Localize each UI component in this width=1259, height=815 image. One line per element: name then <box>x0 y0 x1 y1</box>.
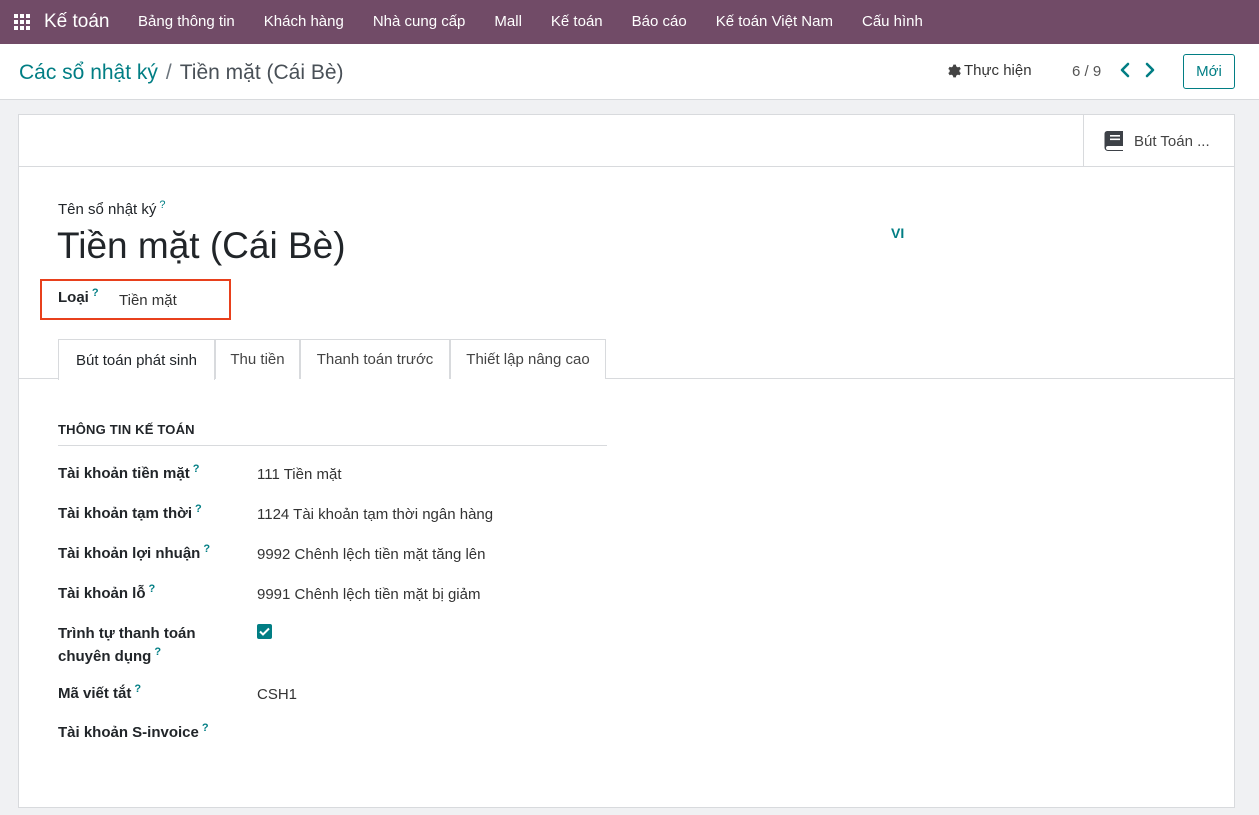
field-label-dedicated-payment-sequence: Trình tự thanh toán chuyên dụng? <box>58 622 196 670</box>
field-label-text: Tài khoản tạm thời <box>58 505 193 522</box>
help-tooltip-icon[interactable]: ? <box>195 503 202 515</box>
field-label-suspense-account: Tài khoản tạm thời? <box>58 502 202 527</box>
tab-advanced-settings[interactable]: Thiết lập nâng cao <box>450 339 606 379</box>
stat-button-label: Bút Toán ... <box>1134 132 1210 150</box>
help-tooltip-icon[interactable]: ? <box>203 543 210 555</box>
nav-item-vendors[interactable]: Nhà cung cấp <box>358 0 480 44</box>
tab-outgoing-payments[interactable]: Thanh toán trước <box>300 339 450 379</box>
form-sheet: Bút Toán ... Tên sổ nhật ký? Tiền mặt (C… <box>18 114 1235 808</box>
language-toggle[interactable]: VI <box>891 225 904 241</box>
type-label: Loại? <box>58 287 99 306</box>
field-label-cash-account: Tài khoản tiền mặt? <box>58 462 199 487</box>
short-code-field[interactable]: CSH1 <box>257 686 297 703</box>
profit-account-field[interactable]: 9992 Chênh lệch tiền mặt tăng lên <box>257 546 486 563</box>
field-label-text: chuyên dụng <box>58 648 152 665</box>
field-label-loss-account: Tài khoản lỗ? <box>58 582 155 607</box>
field-label-text: Tài khoản lỗ <box>58 585 146 602</box>
field-label-text: Tài khoản lợi nhuận <box>58 545 201 562</box>
gear-icon <box>948 64 961 77</box>
journal-name-label: Tên sổ nhật ký? <box>58 199 166 218</box>
nav-item-customers[interactable]: Khách hàng <box>249 0 358 44</box>
loss-account-field[interactable]: 9991 Chênh lệch tiền mặt bị giảm <box>257 586 480 603</box>
help-tooltip-icon[interactable]: ? <box>193 463 200 475</box>
type-label-text: Loại <box>58 289 89 306</box>
chevron-left-icon[interactable] <box>1117 61 1133 79</box>
nav-item-mall[interactable]: Mall <box>480 0 537 44</box>
nav-item-dashboard[interactable]: Bảng thông tin <box>124 0 250 44</box>
journal-name-label-text: Tên sổ nhật ký <box>58 201 157 218</box>
group-title: THÔNG TIN KẾ TOÁN <box>58 422 607 446</box>
field-label-profit-account: Tài khoản lợi nhuận? <box>58 542 210 567</box>
control-panel: Các sổ nhật ký / Tiền mặt (Cái Bè) Thực … <box>0 44 1259 100</box>
app-brand[interactable]: Kế toán <box>44 11 110 33</box>
nav-item-reports[interactable]: Báo cáo <box>617 0 701 44</box>
nav-item-vietnam-accounting[interactable]: Kế toán Việt Nam <box>701 0 847 44</box>
action-menu-button[interactable]: Thực hiện <box>947 62 1032 79</box>
breadcrumb-separator: / <box>165 61 172 84</box>
field-label-text: Tài khoản S-invoice <box>58 724 199 741</box>
dedicated-payment-sequence-checkbox[interactable] <box>257 624 272 639</box>
help-tooltip-icon[interactable]: ? <box>134 683 141 695</box>
type-field[interactable]: Tiền mặt <box>119 292 177 309</box>
help-tooltip-icon[interactable]: ? <box>154 646 161 658</box>
apps-menu-icon[interactable] <box>0 0 44 44</box>
checkmark-icon <box>259 627 270 636</box>
chevron-right-icon[interactable] <box>1142 61 1158 79</box>
help-tooltip-icon[interactable]: ? <box>202 722 209 734</box>
field-label-text: Mã viết tắt <box>58 685 132 702</box>
field-label-short-code: Mã viết tắt? <box>58 682 141 707</box>
nav-item-accounting[interactable]: Kế toán <box>536 0 617 44</box>
journal-name-value[interactable]: Tiền mặt (Cái Bè) <box>57 225 346 267</box>
help-tooltip-icon[interactable]: ? <box>159 199 165 211</box>
journal-entries-stat-button[interactable]: Bút Toán ... <box>1083 115 1234 167</box>
top-navbar: Kế toán Bảng thông tin Khách hàng Nhà cu… <box>0 0 1259 44</box>
new-button[interactable]: Mới <box>1183 54 1235 89</box>
breadcrumb: Các sổ nhật ký / Tiền mặt (Cái Bè) <box>19 61 344 85</box>
breadcrumb-current: Tiền mặt (Cái Bè) <box>179 61 344 84</box>
help-tooltip-icon[interactable]: ? <box>149 583 156 595</box>
cash-account-field[interactable]: 111 Tiền mặt <box>257 466 342 483</box>
field-label-text: Trình tự thanh toán <box>58 625 196 642</box>
pager-value[interactable]: 6 / 9 <box>1072 63 1101 80</box>
field-label-text: Tài khoản tiền mặt <box>58 465 190 482</box>
button-box: Bút Toán ... <box>19 115 1234 167</box>
tab-journal-entries[interactable]: Bút toán phát sinh <box>58 339 215 380</box>
breadcrumb-parent-link[interactable]: Các sổ nhật ký <box>19 61 158 85</box>
field-label-s-invoice-account: Tài khoản S-invoice? <box>58 721 209 746</box>
notebook-tabs: Bút toán phát sinh Thu tiền Thanh toán t… <box>19 339 1234 380</box>
book-icon <box>1104 131 1123 151</box>
tab-incoming-payments[interactable]: Thu tiền <box>215 339 300 379</box>
help-tooltip-icon[interactable]: ? <box>92 287 99 299</box>
action-menu-label: Thực hiện <box>964 62 1032 79</box>
suspense-account-field[interactable]: 1124 Tài khoản tạm thời ngân hàng <box>257 506 493 523</box>
nav-item-configuration[interactable]: Cấu hình <box>847 0 937 44</box>
